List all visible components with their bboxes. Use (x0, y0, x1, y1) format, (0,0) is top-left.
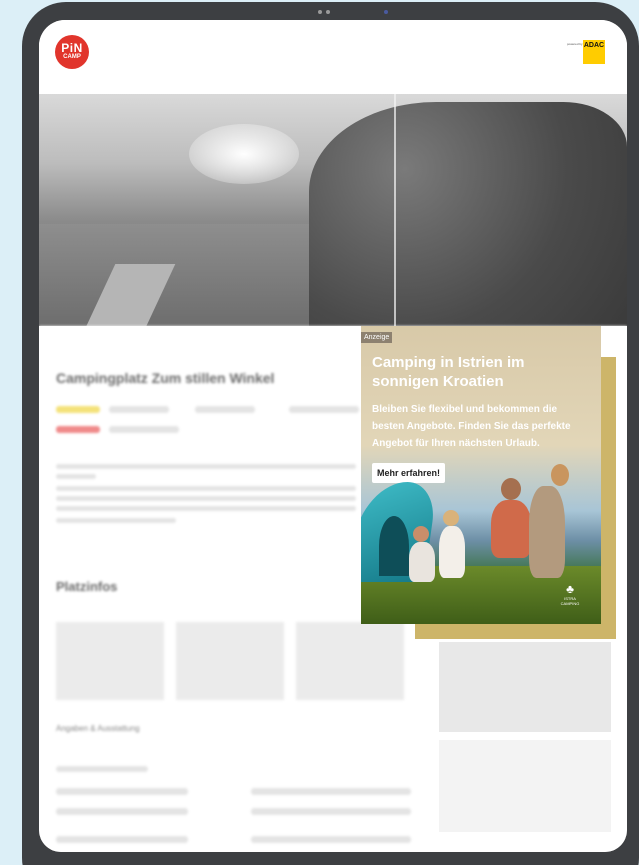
photo-tile[interactable] (176, 622, 284, 700)
amenity-line (56, 836, 188, 843)
description-line (56, 464, 356, 469)
istra-logo-text: ISTRA CAMPING (560, 596, 580, 606)
ad-label: Anzeige (361, 332, 393, 343)
ad-person-head (551, 464, 569, 486)
tablet-sensor-dots (318, 8, 338, 16)
page-title: Campingplatz Zum stillen Winkel (56, 370, 275, 386)
amenity-line (56, 788, 188, 795)
ad-person-head (443, 510, 459, 526)
adac-powered-by: powered by (567, 42, 583, 46)
ad-person-child (409, 542, 435, 582)
hero-ground (39, 224, 339, 326)
hero-image (39, 94, 627, 326)
ad-tent-opening (379, 516, 409, 576)
ad-cta-button[interactable]: Mehr erfahren! (372, 463, 446, 483)
sidebar-placeholders (439, 642, 611, 832)
section-title: Platzinfos (56, 579, 118, 594)
ad-person-girl (439, 526, 465, 578)
pin-logo-line1: PiN (61, 41, 83, 55)
sidebar-box (439, 642, 611, 732)
sidebar-box (439, 740, 611, 832)
photo-tile[interactable] (296, 622, 404, 700)
hero-image-divider (394, 94, 396, 326)
sub-title: Angaben & Ausstattung (56, 724, 140, 733)
site-header: PiN CAMP powered by ADAC (39, 20, 627, 94)
ad-person-woman (529, 486, 565, 578)
adac-label: ADAC (583, 42, 605, 49)
description-line (56, 496, 356, 501)
ad-person-man (491, 500, 531, 558)
amenity-line (56, 808, 188, 815)
description-line (56, 518, 176, 523)
istra-camping-logo: ♣ ISTRA CAMPING (557, 582, 583, 612)
rating-text (109, 406, 169, 413)
info-text (195, 406, 255, 413)
ad-banner[interactable]: Anzeige Camping in Istrien im sonnigen K… (361, 326, 601, 624)
tablet-screen: PiN CAMP powered by ADAC Campingplatz Zu… (39, 20, 627, 852)
amenity-line (251, 808, 411, 815)
hero-sun (189, 124, 299, 184)
adac-logo[interactable]: powered by ADAC (567, 40, 605, 64)
rating-text (109, 426, 179, 433)
ad-headline: Camping in Istrien im sonnigen Kroatien (372, 354, 525, 390)
photo-tile[interactable] (56, 622, 164, 700)
pin-logo-line2: CAMP (63, 54, 81, 60)
hero-trees (309, 102, 627, 326)
adac-badge: ADAC (583, 40, 605, 64)
amenity-line (251, 788, 411, 795)
amenity-line (56, 766, 148, 772)
rating-stars (56, 406, 100, 413)
info-text (289, 406, 359, 413)
ad-person-head (501, 478, 521, 500)
description-line (56, 474, 96, 479)
istra-logo-mark: ♣ (566, 582, 574, 596)
amenity-line (251, 836, 411, 843)
tablet-camera (384, 10, 388, 14)
ad-person-head (413, 526, 429, 542)
rating-bar (56, 426, 100, 433)
description-line (56, 486, 356, 491)
pin-camp-logo[interactable]: PiN CAMP (55, 35, 89, 69)
ad-body: Bleiben Sie flexibel und bekommen die be… (372, 404, 571, 449)
description-line (56, 506, 356, 511)
